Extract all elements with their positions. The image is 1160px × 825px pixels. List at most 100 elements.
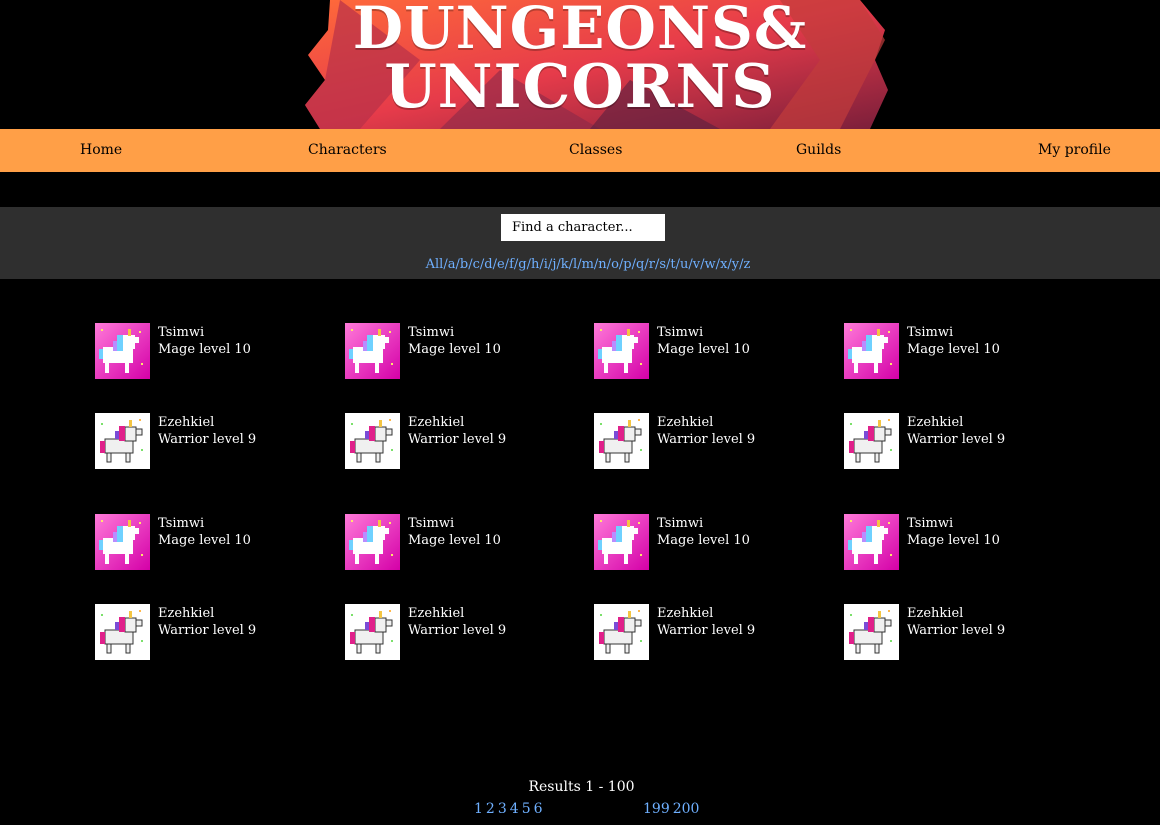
- character-class-level: Mage level 10: [907, 533, 1000, 548]
- letter-link-b[interactable]: b: [460, 257, 468, 272]
- unicorn-white-icon: [95, 604, 150, 660]
- page-link-2[interactable]: 2: [486, 801, 495, 817]
- character-name: Ezehkiel: [907, 415, 964, 430]
- page-link-200[interactable]: 200: [673, 801, 700, 817]
- character-name: Tsimwi: [907, 516, 954, 531]
- unicorn-pink-icon: [95, 514, 150, 570]
- page-link-5[interactable]: 5: [522, 801, 531, 817]
- page-link-4[interactable]: 4: [510, 801, 519, 817]
- character-name: Ezehkiel: [408, 415, 465, 430]
- unicorn-pink-icon: [594, 323, 649, 379]
- letter-link-all[interactable]: All: [426, 257, 444, 272]
- character-class-level: Warrior level 9: [408, 432, 507, 447]
- nav-characters[interactable]: Characters: [308, 129, 387, 172]
- character-class-level: Mage level 10: [408, 342, 501, 357]
- unicorn-white-icon: [95, 413, 150, 469]
- unicorn-white-icon: [345, 604, 400, 660]
- character-class-level: Mage level 10: [907, 342, 1000, 357]
- unicorn-pink-icon: [594, 514, 649, 570]
- character-name: Tsimwi: [657, 325, 704, 340]
- character-card[interactable]: Ezehkiel Warrior level 9: [345, 604, 565, 660]
- character-card[interactable]: Ezehkiel Warrior level 9: [594, 413, 814, 469]
- letter-link-w[interactable]: w: [705, 257, 716, 272]
- search-section: All/a/b/c/d/e/f/g/h/i/j/k/l/m/n/o/p/q/r/…: [0, 207, 1160, 279]
- unicorn-pink-icon: [95, 323, 150, 379]
- page-link-1[interactable]: 1: [474, 801, 483, 817]
- unicorn-white-icon: [594, 604, 649, 660]
- character-name: Tsimwi: [158, 516, 205, 531]
- character-class-level: Mage level 10: [158, 533, 251, 548]
- character-class-level: Warrior level 9: [907, 432, 1006, 447]
- letter-link-p[interactable]: p: [623, 257, 631, 272]
- character-card[interactable]: Ezehkiel Warrior level 9: [844, 604, 1064, 660]
- logo-line-2: UNICORNS: [384, 52, 776, 122]
- nav-guilds[interactable]: Guilds: [796, 129, 841, 172]
- results-count: Results 1 - 100: [528, 779, 635, 795]
- character-name: Tsimwi: [907, 325, 954, 340]
- character-name: Ezehkiel: [408, 606, 465, 621]
- character-card[interactable]: Ezehkiel Warrior level 9: [844, 413, 1064, 469]
- page-link-3[interactable]: 3: [498, 801, 507, 817]
- character-card[interactable]: Tsimwi Mage level 10: [594, 323, 814, 379]
- letter-link-s[interactable]: s: [659, 257, 666, 272]
- pagination-end: 199 200: [643, 801, 702, 817]
- character-card[interactable]: Tsimwi Mage level 10: [844, 514, 1064, 570]
- character-card[interactable]: Ezehkiel Warrior level 9: [95, 604, 315, 660]
- character-card[interactable]: Tsimwi Mage level 10: [95, 514, 315, 570]
- character-name: Tsimwi: [408, 516, 455, 531]
- character-class-level: Mage level 10: [158, 342, 251, 357]
- character-name: Ezehkiel: [657, 415, 714, 430]
- unicorn-pink-icon: [844, 323, 899, 379]
- letter-link-d[interactable]: d: [484, 257, 492, 272]
- letter-link-n[interactable]: n: [598, 257, 606, 272]
- character-name: Ezehkiel: [657, 606, 714, 621]
- letter-link-c[interactable]: c: [473, 257, 480, 272]
- character-class-level: Mage level 10: [657, 342, 750, 357]
- letter-link-z[interactable]: z: [744, 257, 751, 272]
- unicorn-white-icon: [345, 413, 400, 469]
- unicorn-pink-icon: [345, 514, 400, 570]
- page-link-199[interactable]: 199: [643, 801, 670, 817]
- letter-filter: All/a/b/c/d/e/f/g/h/i/j/k/l/m/n/o/p/q/r/…: [0, 257, 1160, 272]
- unicorn-pink-icon: [844, 514, 899, 570]
- character-card[interactable]: Ezehkiel Warrior level 9: [594, 604, 814, 660]
- nav-home[interactable]: Home: [80, 129, 122, 172]
- character-name: Tsimwi: [158, 325, 205, 340]
- letter-link-e[interactable]: e: [497, 257, 505, 272]
- letter-link-g[interactable]: g: [518, 257, 526, 272]
- character-card[interactable]: Ezehkiel Warrior level 9: [345, 413, 565, 469]
- character-name: Ezehkiel: [158, 415, 215, 430]
- character-name: Ezehkiel: [158, 606, 215, 621]
- character-card[interactable]: Tsimwi Mage level 10: [844, 323, 1064, 379]
- character-name: Tsimwi: [657, 516, 704, 531]
- character-name: Ezehkiel: [907, 606, 964, 621]
- letter-link-k[interactable]: k: [561, 257, 569, 272]
- character-name: Tsimwi: [408, 325, 455, 340]
- unicorn-white-icon: [844, 604, 899, 660]
- character-class-level: Warrior level 9: [907, 623, 1006, 638]
- unicorn-pink-icon: [345, 323, 400, 379]
- page-link-6[interactable]: 6: [534, 801, 543, 817]
- character-card[interactable]: Tsimwi Mage level 10: [95, 323, 315, 379]
- unicorn-white-icon: [844, 413, 899, 469]
- letter-link-o[interactable]: o: [611, 257, 619, 272]
- nav-my-profile[interactable]: My profile: [1038, 129, 1111, 172]
- letter-link-m[interactable]: m: [582, 257, 594, 272]
- character-class-level: Warrior level 9: [158, 623, 257, 638]
- nav-classes[interactable]: Classes: [569, 129, 622, 172]
- character-class-level: Warrior level 9: [408, 623, 507, 638]
- pagination-start: 123456: [474, 801, 546, 817]
- main-nav: Home Characters Classes Guilds My profil…: [0, 129, 1160, 172]
- search-input[interactable]: [501, 214, 665, 241]
- site-banner: DUNGEONS& UNICORNS: [0, 0, 1160, 129]
- character-class-level: Warrior level 9: [657, 623, 756, 638]
- character-class-level: Warrior level 9: [657, 432, 756, 447]
- unicorn-white-icon: [594, 413, 649, 469]
- character-class-level: Mage level 10: [408, 533, 501, 548]
- character-card[interactable]: Ezehkiel Warrior level 9: [95, 413, 315, 469]
- character-card[interactable]: Tsimwi Mage level 10: [594, 514, 814, 570]
- character-class-level: Mage level 10: [657, 533, 750, 548]
- character-card[interactable]: Tsimwi Mage level 10: [345, 514, 565, 570]
- character-card[interactable]: Tsimwi Mage level 10: [345, 323, 565, 379]
- character-class-level: Warrior level 9: [158, 432, 257, 447]
